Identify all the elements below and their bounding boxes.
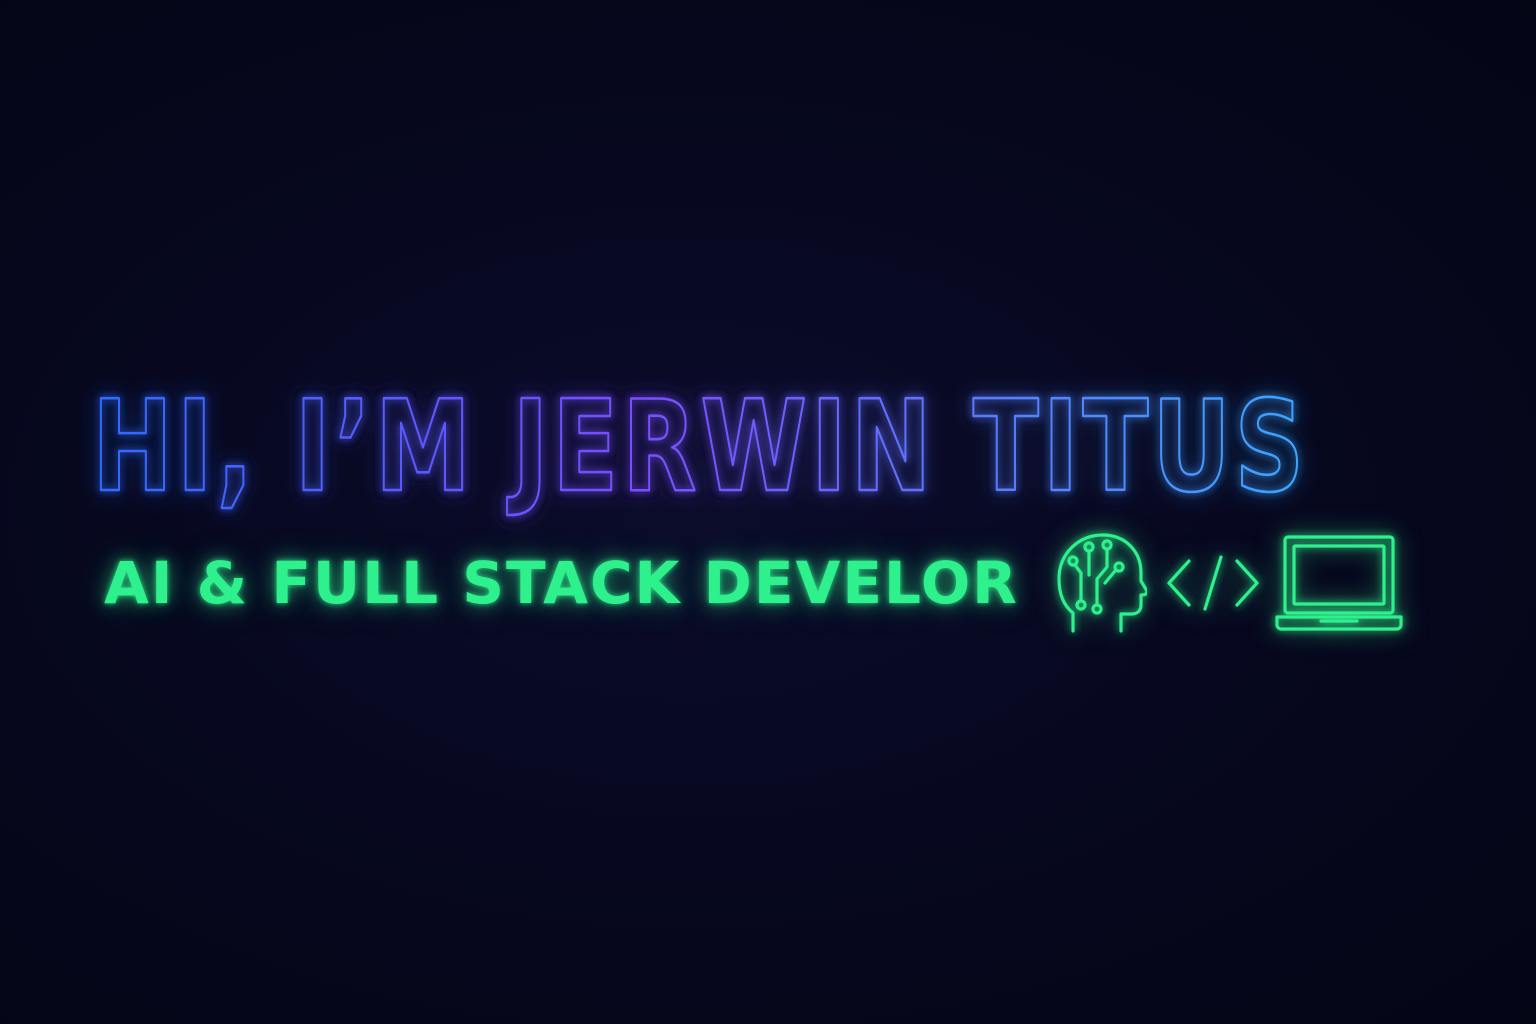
headline: HI, I’M JERWIN TITUS [91, 372, 1332, 522]
hero-banner: HI, I’M JERWIN TITUS AI & FULL STACK DEV… [0, 0, 1536, 1024]
ai-brain-head-icon [1057, 533, 1147, 633]
tagline-text: AI & FULL STACK DEVELOR [104, 549, 1019, 617]
laptop-icon [1275, 535, 1403, 631]
headline-svg: HI, I’M JERWIN TITUS [91, 372, 1305, 522]
tagline-row: AI & FULL STACK DEVELOR [104, 528, 1403, 638]
code-brackets-icon [1167, 555, 1259, 611]
headline-text: HI, I’M JERWIN TITUS [92, 373, 1308, 520]
